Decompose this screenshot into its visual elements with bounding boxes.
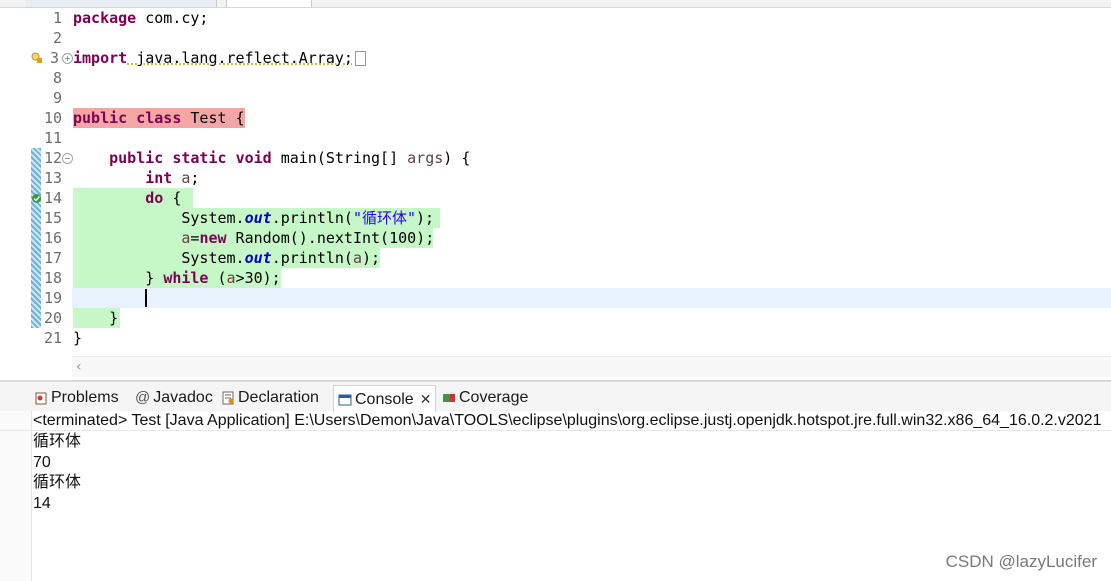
folded-imports-box-icon <box>354 51 366 66</box>
line-number: 2 <box>52 29 62 47</box>
fold-collapse-icon[interactable]: − <box>62 153 73 164</box>
code-line[interactable]: package com.cy; <box>73 8 208 28</box>
close-icon[interactable]: ✕ <box>420 391 432 407</box>
line-number: 17 <box>43 249 62 267</box>
at-icon: @ <box>135 389 151 406</box>
code-line[interactable]: import java.lang.reflect.Array; <box>73 48 366 68</box>
editor-tab[interactable] <box>26 0 217 7</box>
code-line[interactable]: a=new Random().nextInt(100); <box>73 228 434 248</box>
code-line[interactable]: } <box>73 308 118 328</box>
editor-tab-active[interactable] <box>226 0 312 7</box>
line-number: 15 <box>43 209 62 227</box>
line-number: 18 <box>43 269 62 287</box>
line-number: 20 <box>43 309 62 327</box>
tab-problems[interactable]: Problems <box>34 387 119 409</box>
fold-expand-icon[interactable]: + <box>62 53 73 64</box>
code-editor[interactable]: 1 2 3 8 9 10 11 12 13 14 15 16 17 18 19 … <box>0 0 1111 381</box>
text-caret <box>145 289 147 307</box>
current-line-highlight <box>72 288 1111 308</box>
line-number: 10 <box>43 109 62 127</box>
panel-left-strip <box>0 411 32 581</box>
bottom-panel: Problems @ Javadoc Declaration Console ✕ C… <box>0 381 1111 581</box>
line-number: 8 <box>52 69 62 87</box>
panel-tab-bar: Problems @ Javadoc Declaration Console ✕ C… <box>0 381 1111 412</box>
declaration-icon <box>222 391 234 405</box>
console-line: 70 <box>33 453 51 471</box>
console-status-line: <terminated> Test [Java Application] E:\… <box>0 411 1111 431</box>
tab-console[interactable]: Console ✕ <box>333 385 437 412</box>
line-number: 16 <box>43 229 62 247</box>
line-number: 9 <box>52 89 62 107</box>
warning-bulb-icon[interactable] <box>31 52 42 63</box>
horizontal-scrollbar[interactable]: ‹ <box>72 356 1111 377</box>
console-line: 循环体 <box>33 474 82 491</box>
code-line[interactable]: do { <box>73 188 181 208</box>
code-line[interactable]: public static void main(String[] args) { <box>73 148 470 168</box>
breakpoint-icon[interactable] <box>31 193 42 204</box>
code-line[interactable]: public class Test { <box>73 108 245 128</box>
code-line[interactable]: System.out.println("循环体"); <box>73 208 434 228</box>
line-number: 11 <box>43 129 62 147</box>
tab-declaration[interactable]: Declaration <box>221 387 319 409</box>
console-line: 14 <box>33 494 51 512</box>
problems-icon <box>35 392 47 405</box>
console-output[interactable]: 循环体 70 循环体 14 <box>33 432 1103 581</box>
line-number: 19 <box>43 289 62 307</box>
scroll-left-icon[interactable]: ‹ <box>76 359 82 375</box>
code-line[interactable]: System.out.println(a); <box>73 248 380 268</box>
console-line: 循环体 <box>33 433 82 450</box>
line-number: 12 <box>43 149 62 167</box>
code-line[interactable]: int a; <box>73 168 199 188</box>
line-number: 13 <box>43 169 62 187</box>
tab-coverage[interactable]: Coverage <box>442 387 528 409</box>
watermark: CSDN @lazyLucifer <box>945 552 1097 571</box>
line-number: 21 <box>43 329 62 347</box>
console-icon <box>338 394 352 406</box>
line-number: 1 <box>52 9 62 27</box>
code-line[interactable]: } <box>73 328 82 348</box>
code-line[interactable]: } while (a>30); <box>73 268 280 288</box>
tab-javadoc[interactable]: @ Javadoc <box>135 387 213 409</box>
editor-tab-strip <box>0 0 1111 8</box>
coverage-icon <box>443 393 455 402</box>
